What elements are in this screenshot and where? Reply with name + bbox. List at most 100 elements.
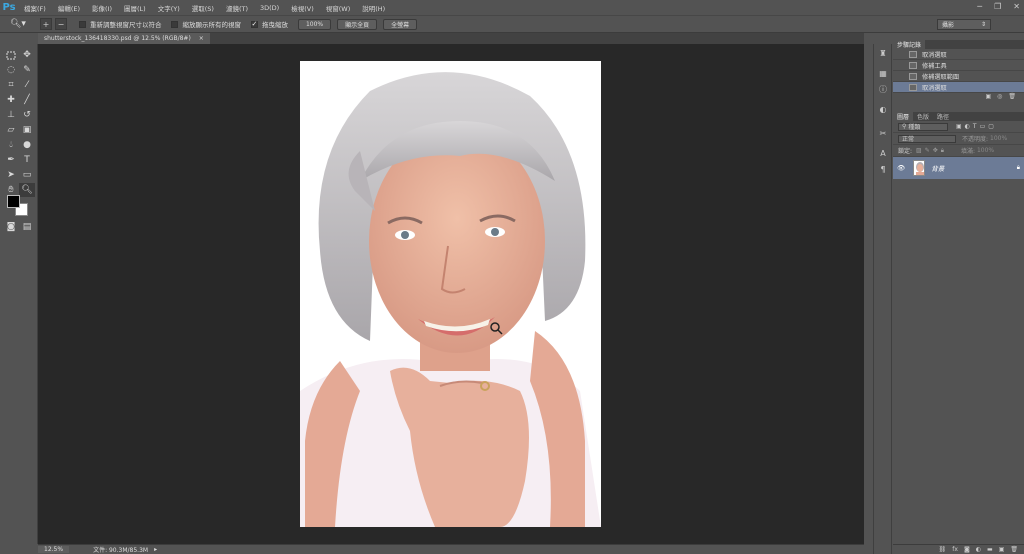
fill-screen-button[interactable]: 全螢幕 [383,18,418,30]
fx-icon[interactable]: fx [952,546,958,553]
canvas-area[interactable] [38,44,864,544]
path-select-icon[interactable]: ➤ [3,168,19,182]
history-brush-icon[interactable]: ↺ [19,108,35,122]
menu-image[interactable]: 影像(I) [86,3,118,13]
quick-mask-icon[interactable]: ◙ [3,220,19,234]
healing-brush-icon[interactable]: ✚ [3,93,19,107]
layer-row-background[interactable]: 👁︎ 背景 🔒︎ [893,157,1024,179]
add-mask-icon[interactable]: ◙ [964,546,970,553]
lock-icons[interactable]: ▨✎✥🔒︎ [916,147,947,155]
menu-layer[interactable]: 圖層(L) [118,3,152,13]
menu-file[interactable]: 檔案(F) [18,3,52,13]
actions-panel-icon[interactable]: ▦ [877,68,889,79]
fill-field[interactable]: 100% [977,147,994,154]
layers-panel-tabs: 圖層 色版 路徑 [893,112,1024,121]
snapshot-icon[interactable]: ◎ [997,93,1002,102]
pen-tool-icon[interactable]: ✒︎ [3,153,19,167]
tool-presets-icon[interactable]: ✂ [877,128,889,139]
paragraph-panel-icon[interactable]: ¶ [877,164,889,175]
zoom-in-icon[interactable]: + [39,18,52,30]
menu-bar: Ps 檔案(F) 編輯(E) 影像(I) 圖層(L) 文字(Y) 選取(S) 濾… [0,0,1024,15]
history-item-label: 取消選取 [922,84,947,92]
scrubby-zoom-checkbox[interactable]: ✓ 拖曳縮放 [250,19,288,29]
trash-icon[interactable]: 🗑︎ [1008,93,1016,102]
actual-pixels-button[interactable]: 100% [297,18,332,30]
tab-history[interactable]: 步驟記錄 [893,40,926,49]
photoshop-logo: Ps [2,2,16,13]
status-menu-icon[interactable]: ▸ [154,546,157,553]
brush-tool-icon[interactable]: ╱ [19,93,35,107]
menu-3d[interactable]: 3D(D) [254,4,285,12]
marquee-tool-icon[interactable] [3,48,19,62]
doc-size-info[interactable]: 文件: 90.3M/85.3M [93,545,148,554]
delete-layer-icon[interactable]: 🗑︎ [1010,546,1018,553]
layers-panel: 圖層 色版 路徑 ⚲ 種類 ▣◐T▭▢ 正常 不透明度: 100% 鎖定: ▨✎✥… [893,112,1024,544]
filter-kind-select[interactable]: ⚲ 種類 [898,122,948,131]
window-controls: ─ ❐ ✕ [977,2,1020,11]
adjustments-panel-icon[interactable]: ◐ [877,104,889,115]
history-item[interactable]: 修補工具 [893,60,1024,71]
zoom-level[interactable]: 12.5% [38,546,70,553]
quick-select-tool-icon[interactable]: ✎ [19,63,35,77]
foreground-color-swatch[interactable] [7,195,20,208]
character-panel-icon[interactable]: A [877,148,889,159]
tab-layers[interactable]: 圖層 [893,112,914,121]
screen-mode-icon[interactable]: ▤ [19,220,35,234]
menu-window[interactable]: 視窗(W) [320,3,357,13]
blur-tool-icon[interactable]: 💧︎ [3,138,19,152]
eraser-tool-icon[interactable]: ▱ [3,123,19,137]
workspace-select[interactable]: 攝影 ⇕ [937,19,991,30]
fill-label: 填滿: [960,148,975,155]
history-item[interactable]: 取消選取 [893,49,1024,60]
move-tool-icon[interactable]: ✥ [19,48,35,62]
opacity-field[interactable]: 100% [990,135,1007,142]
info-panel-icon[interactable]: ⓘ [877,84,889,95]
close-button[interactable]: ✕ [1013,2,1020,11]
tab-channels[interactable]: 色版 [913,112,933,121]
adjustment-layer-icon[interactable]: ◐ [976,546,981,553]
history-item-selected[interactable]: 取消選取 [893,82,1024,93]
fit-screen-button[interactable]: 顯示全頁 [337,18,378,30]
menu-edit[interactable]: 編輯(E) [52,3,86,13]
new-layer-icon[interactable]: ▣ [999,546,1005,553]
link-layers-icon[interactable]: ⛓︎ [939,546,947,553]
menu-type[interactable]: 文字(Y) [152,3,186,13]
crop-tool-icon[interactable]: ⌗ [3,78,19,92]
updown-icon: ⇕ [980,21,986,28]
document-tab-bar: shutterstock_136418330.psd @ 12.5% (RGB/… [38,33,864,44]
clone-stamp-icon[interactable]: ⊥ [3,108,19,122]
gradient-tool-icon[interactable]: ▣ [19,123,35,137]
blend-mode-select[interactable]: 正常 [898,134,956,143]
tab-paths[interactable]: 路徑 [933,112,953,121]
search-icon: ⚲ [902,123,907,130]
blend-row: 正常 不透明度: 100% [893,133,1024,145]
history-item[interactable]: 修補選取範圍 [893,71,1024,82]
new-group-icon[interactable]: ▬ [987,546,993,553]
eye-icon[interactable]: 👁︎ [897,164,905,172]
scrubby-zoom-label: 拖曳縮放 [261,21,288,29]
menu-view[interactable]: 檢視(V) [285,3,320,13]
minimize-button[interactable]: ─ [977,2,982,11]
history-item-label: 修補工具 [922,62,947,70]
type-tool-icon[interactable]: T [19,153,35,167]
menu-filter[interactable]: 濾鏡(T) [220,3,254,13]
document-tab[interactable]: shutterstock_136418330.psd @ 12.5% (RGB/… [38,33,210,44]
zoom-tool-icon[interactable]: 🔍︎ [19,183,35,197]
menu-help[interactable]: 說明(H) [356,3,391,13]
eyedropper-tool-icon[interactable]: ⁄ [19,78,35,92]
close-tab-icon[interactable]: × [199,35,204,42]
lasso-tool-icon[interactable]: ◌ [3,63,19,77]
zoom-tool-preset-icon[interactable]: 🔍︎▾ [10,19,26,29]
menu-select[interactable]: 選取(S) [186,3,220,13]
zoom-all-windows-checkbox[interactable]: 縮放顯示所有的視窗 [171,19,241,29]
history-panel-icon[interactable]: ♜ [877,48,889,59]
zoom-out-icon[interactable]: − [54,18,67,30]
rectangle-tool-icon[interactable]: ▭ [19,168,35,182]
restore-button[interactable]: ❐ [994,2,1001,11]
document-image[interactable] [300,61,601,527]
filter-icons[interactable]: ▣◐T▭▢ [956,123,997,130]
resize-windows-checkbox[interactable]: 重新調整視窗尺寸以符合 [78,19,161,29]
history-step-icon [909,72,917,80]
dodge-tool-icon[interactable]: ● [19,138,35,152]
new-document-icon[interactable]: ▣ [985,93,991,102]
